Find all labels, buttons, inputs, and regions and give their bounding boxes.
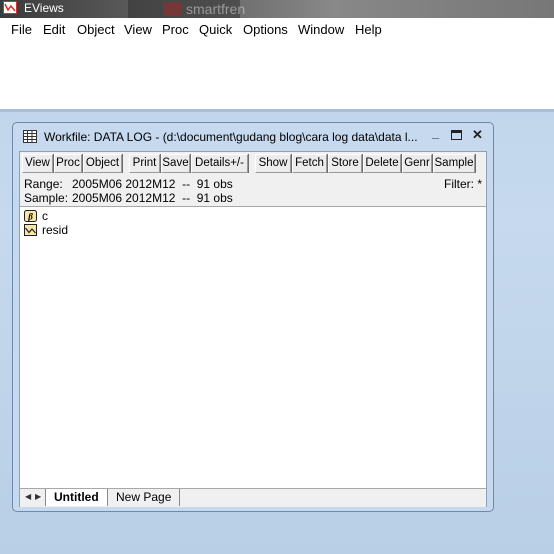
menu-object[interactable]: Object [77, 22, 115, 37]
object-button[interactable]: Object [83, 154, 123, 173]
command-window-splitter[interactable] [0, 109, 554, 112]
genr-button[interactable]: Genr [402, 154, 433, 173]
sample-label[interactable]: Sample: [24, 191, 68, 205]
menu-help[interactable]: Help [355, 22, 382, 37]
workfile-content: View Proc Object Print Save Details+/- S… [19, 151, 487, 507]
sample-value[interactable]: 2005M06 2012M12 -- 91 obs [72, 191, 233, 205]
workfile-title-bar[interactable]: Workfile: DATA LOG - (d:\document\gudang… [13, 123, 493, 149]
tab-untitled[interactable]: Untitled [45, 489, 108, 506]
save-button[interactable]: Save [161, 154, 191, 173]
background-app-logo [163, 2, 181, 16]
tab-scroll-right-icon[interactable]: ▶ [35, 492, 41, 501]
store-button[interactable]: Store [328, 154, 363, 173]
menu-quick[interactable]: Quick [199, 22, 232, 37]
range-label[interactable]: Range: [24, 177, 63, 191]
coefficient-icon: β [24, 210, 37, 222]
close-icon[interactable]: ✕ [472, 127, 483, 143]
details-button[interactable]: Details+/- [191, 154, 249, 173]
delete-button[interactable]: Delete [363, 154, 402, 173]
workfile-window: Workfile: DATA LOG - (d:\document\gudang… [12, 122, 494, 512]
menu-window[interactable]: Window [298, 22, 344, 37]
tab-scroll-left-icon[interactable]: ◀ [25, 492, 31, 501]
maximize-icon[interactable] [451, 128, 462, 143]
object-name: resid [42, 223, 69, 237]
workfile-info: Range: 2005M06 2012M12 -- 91 obs Sample:… [24, 177, 484, 205]
workfile-icon [23, 130, 37, 143]
page-tabs: ◀ ▶ Untitled New Page [20, 488, 486, 507]
object-list[interactable]: β c resid [20, 206, 486, 489]
menu-bar: File Edit Object View Proc Quick Options… [0, 18, 554, 41]
eviews-app-icon [3, 1, 17, 14]
svg-text:β: β [27, 212, 33, 222]
series-icon [24, 224, 37, 236]
command-window[interactable] [0, 40, 554, 109]
menu-options[interactable]: Options [243, 22, 288, 37]
workfile-title: Workfile: DATA LOG - (d:\document\gudang… [44, 130, 418, 144]
sample-button[interactable]: Sample [433, 154, 476, 173]
workfile-toolbar: View Proc Object Print Save Details+/- S… [22, 154, 486, 174]
proc-button[interactable]: Proc [54, 154, 83, 173]
menu-proc[interactable]: Proc [162, 22, 189, 37]
minimize-icon[interactable]: _ [432, 125, 439, 140]
fetch-button[interactable]: Fetch [292, 154, 328, 173]
menu-view[interactable]: View [124, 22, 152, 37]
background-window-text: smartfren [186, 1, 246, 17]
view-button[interactable]: View [22, 154, 54, 173]
menu-edit[interactable]: Edit [43, 22, 65, 37]
show-button[interactable]: Show [255, 154, 292, 173]
filter-text[interactable]: Filter: * [444, 177, 482, 191]
object-name: c [42, 209, 48, 223]
range-value[interactable]: 2005M06 2012M12 -- 91 obs [72, 177, 233, 191]
print-button[interactable]: Print [129, 154, 161, 173]
app-title-bar[interactable]: smartfren EViews [0, 0, 554, 18]
app-title: EViews [24, 1, 64, 15]
menu-file[interactable]: File [11, 22, 32, 37]
tab-new-page[interactable]: New Page [108, 489, 181, 506]
